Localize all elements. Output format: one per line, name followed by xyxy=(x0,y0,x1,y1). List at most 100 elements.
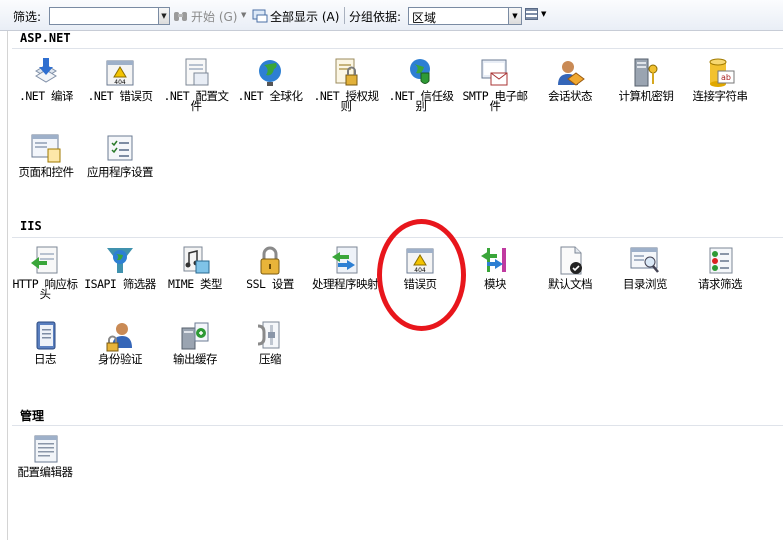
feature-handler-mappings[interactable]: 处理程序映射 xyxy=(309,245,381,291)
lock-icon xyxy=(254,245,286,277)
filter-label: 筛选: xyxy=(13,10,42,24)
chevron-down-icon: ▼ xyxy=(161,12,167,20)
svg-text:404: 404 xyxy=(114,79,126,86)
feature-net-compilation[interactable]: .NET 编译 xyxy=(10,57,82,103)
trust-levels-icon xyxy=(405,57,437,89)
feature-label: SSL 设置 xyxy=(246,277,294,291)
feature-label: 应用程序设置 xyxy=(87,165,154,179)
feature-label: 连接字符串 xyxy=(692,89,749,103)
feature-label: 日志 xyxy=(34,352,57,366)
feature-isapi-filters[interactable]: ISAPI 筛选器 xyxy=(84,245,156,290)
section-title-aspnet: ASP.NET xyxy=(20,31,71,45)
feature-label: .NET 信任级别 xyxy=(388,89,454,113)
go-button-label: 开始 (G) xyxy=(191,9,238,24)
show-all-button[interactable]: 全部显示 (A) xyxy=(252,6,339,26)
section-title-iis: IIS xyxy=(20,219,42,233)
globe-icon xyxy=(254,57,286,89)
feature-label: .NET 错误页 xyxy=(87,89,153,103)
feature-label: .NET 编译 xyxy=(18,89,74,103)
feature-request-filtering[interactable]: 请求筛选 xyxy=(684,245,756,291)
feature-label: 模块 xyxy=(484,277,507,291)
feature-ssl-settings[interactable]: SSL 设置 xyxy=(234,245,306,291)
feature-label: .NET 配置文件 xyxy=(163,89,229,113)
feature-connection-strings[interactable]: ab 连接字符串 xyxy=(684,57,756,103)
feature-modules[interactable]: 模块 xyxy=(459,245,531,291)
feature-logging[interactable]: 日志 xyxy=(9,320,81,366)
isapi-filters-icon xyxy=(104,245,136,277)
feature-label: 输出缓存 xyxy=(173,352,218,366)
go-dropdown-icon[interactable]: ▼ xyxy=(241,11,246,19)
logging-icon xyxy=(29,320,61,352)
pages-controls-icon xyxy=(30,133,62,165)
go-button[interactable]: 开始 (G) xyxy=(173,6,237,26)
feature-pages-controls[interactable]: 页面和控件 xyxy=(10,133,82,179)
group-by-value: 区域 xyxy=(412,11,437,25)
feature-label: SMTP 电子邮件 xyxy=(462,89,528,113)
content-left-border xyxy=(7,30,8,540)
feature-label: 目录浏览 xyxy=(623,277,668,291)
http-headers-icon xyxy=(29,245,61,277)
filter-input[interactable] xyxy=(49,7,169,25)
modules-icon xyxy=(479,245,511,277)
request-filtering-icon xyxy=(704,245,736,277)
directory-browsing-icon xyxy=(629,245,661,277)
app-settings-icon xyxy=(104,133,136,165)
connection-strings-icon: ab xyxy=(704,57,736,89)
feature-label: .NET 授权规则 xyxy=(313,89,379,113)
feature-net-profile[interactable]: .NET 配置文件 xyxy=(160,57,232,113)
section-divider xyxy=(12,48,783,49)
feature-session-state[interactable]: 会话状态 xyxy=(534,57,606,102)
chevron-down-icon: ▼ xyxy=(541,10,547,18)
feature-configuration-editor[interactable]: 配置编辑器 xyxy=(9,433,81,479)
feature-label: 默认文档 xyxy=(548,277,593,291)
feature-label: 计算机密钥 xyxy=(618,89,675,103)
session-state-icon xyxy=(554,57,586,89)
smtp-email-icon xyxy=(479,57,511,89)
configuration-editor-icon xyxy=(29,433,61,465)
feature-label: 请求筛选 xyxy=(698,277,743,291)
group-by-select[interactable]: 区域 ▼ xyxy=(408,7,522,25)
feature-directory-browsing[interactable]: 目录浏览 xyxy=(609,245,681,291)
authorization-rules-icon xyxy=(330,57,362,89)
feature-compression[interactable]: 压缩 xyxy=(234,320,306,366)
feature-smtp-email[interactable]: SMTP 电子邮件 xyxy=(459,57,531,113)
feature-output-caching[interactable]: 输出缓存 xyxy=(159,320,231,366)
feature-label: 压缩 xyxy=(259,352,282,366)
machine-key-icon xyxy=(630,57,662,89)
feature-default-document[interactable]: 默认文档 xyxy=(534,245,606,291)
chevron-down-icon: ▼ xyxy=(508,8,521,24)
feature-label: 处理程序映射 xyxy=(312,277,379,291)
group-by-label: 分组依据: xyxy=(349,10,402,24)
net-error-pages-icon: 404 xyxy=(104,57,136,89)
feature-net-trust-levels[interactable]: .NET 信任级别 xyxy=(385,57,457,113)
feature-label: HTTP 响应标头 xyxy=(12,277,78,301)
feature-label: 配置编辑器 xyxy=(17,465,74,479)
default-document-icon xyxy=(554,245,586,277)
compression-icon xyxy=(254,320,286,352)
feature-authentication[interactable]: 身份验证 xyxy=(84,320,156,366)
show-all-label: 全部显示 (A) xyxy=(270,9,340,24)
view-grid-icon xyxy=(525,8,538,20)
feature-app-settings[interactable]: 应用程序设置 xyxy=(84,133,156,179)
feature-label: 页面和控件 xyxy=(18,165,75,179)
feature-http-response-headers[interactable]: HTTP 响应标头 xyxy=(9,245,81,301)
filter-dropdown-button[interactable]: ▼ xyxy=(158,7,170,25)
binoculars-icon xyxy=(174,12,187,21)
feature-label: .NET 全球化 xyxy=(237,89,303,103)
feature-net-error-pages[interactable]: 404 .NET 错误页 xyxy=(84,57,156,103)
svg-text:ab: ab xyxy=(721,73,731,82)
feature-label: MIME 类型 xyxy=(167,277,223,291)
authentication-icon xyxy=(104,320,136,352)
section-divider xyxy=(12,425,783,426)
output-caching-icon xyxy=(179,320,211,352)
feature-toolbar: 筛选: ▼ 开始 (G) ▼ 全部显示 (A) 分组依据: 区域 ▼ ▼ xyxy=(0,0,783,31)
feature-net-globalization[interactable]: .NET 全球化 xyxy=(234,57,306,103)
feature-machine-key[interactable]: 计算机密钥 xyxy=(610,57,682,103)
feature-label: 身份验证 xyxy=(98,352,143,366)
highlight-circle-annotation xyxy=(377,219,466,331)
feature-mime-types[interactable]: MIME 类型 xyxy=(159,245,231,291)
show-all-icon xyxy=(252,9,268,23)
feature-net-authorization-rules[interactable]: .NET 授权规则 xyxy=(310,57,382,113)
view-mode-button[interactable]: ▼ xyxy=(525,8,546,20)
net-profile-icon xyxy=(180,57,212,89)
